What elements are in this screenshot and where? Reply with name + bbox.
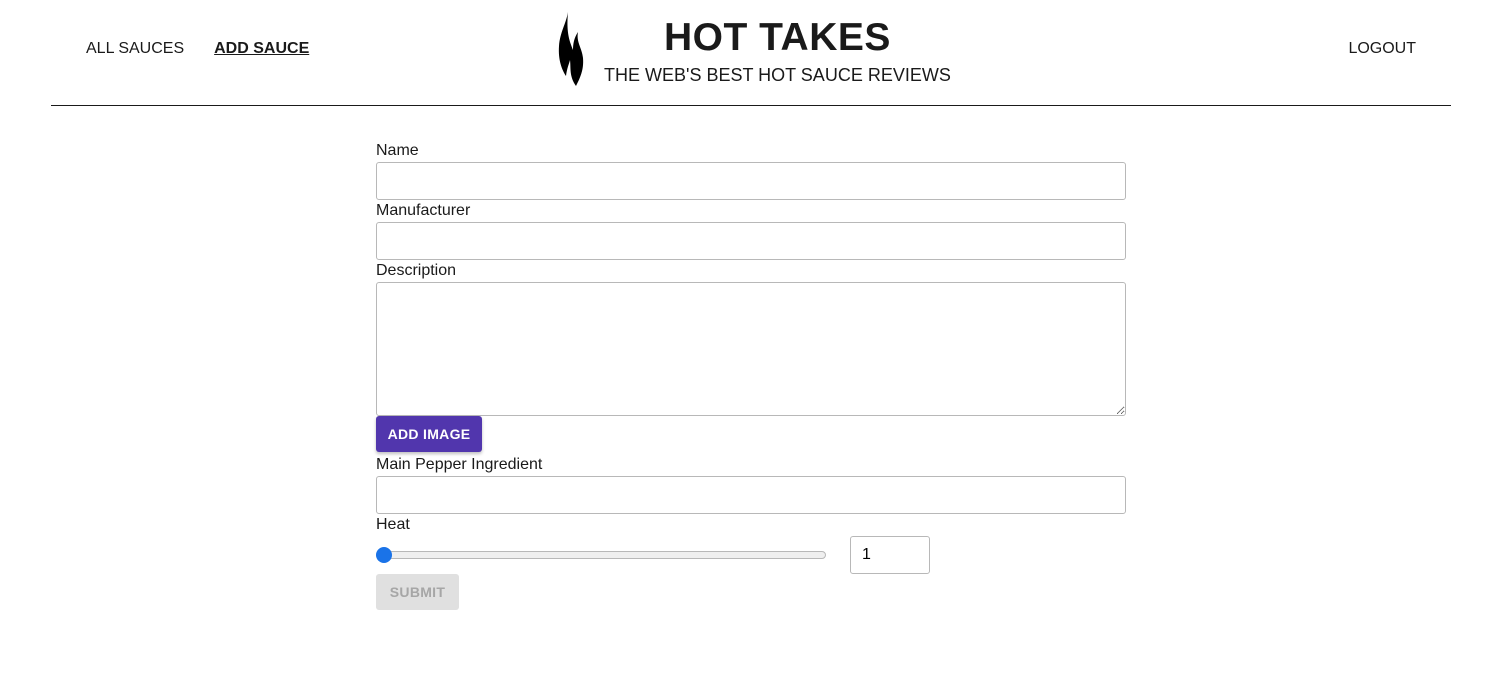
submit-button[interactable]: SUBMIT bbox=[376, 574, 459, 610]
brand-logo[interactable]: HOT TAKES THE WEB'S BEST HOT SAUCE REVIE… bbox=[556, 12, 951, 88]
main-pepper-input[interactable] bbox=[376, 476, 1126, 514]
heat-label: Heat bbox=[376, 516, 410, 533]
add-sauce-form: Name Manufacturer Description ADD IMAGE … bbox=[376, 140, 1126, 610]
heat-slider-track[interactable] bbox=[376, 551, 826, 559]
main-pepper-label: Main Pepper Ingredient bbox=[376, 456, 543, 473]
heat-control bbox=[376, 536, 1126, 574]
heat-number-input[interactable] bbox=[850, 536, 930, 574]
add-image-button[interactable]: ADD IMAGE bbox=[376, 416, 482, 452]
main-nav: ALL SAUCES ADD SAUCE bbox=[86, 40, 309, 58]
logout-link[interactable]: LOGOUT bbox=[1348, 40, 1416, 58]
nav-add-sauce-link[interactable]: ADD SAUCE bbox=[214, 40, 309, 58]
site-header: ALL SAUCES ADD SAUCE HOT TAKES THE WEB'S… bbox=[51, 0, 1451, 106]
heat-slider-thumb[interactable] bbox=[376, 547, 392, 563]
brand-text: HOT TAKES THE WEB'S BEST HOT SAUCE REVIE… bbox=[604, 12, 951, 86]
nav-all-sauces-link[interactable]: ALL SAUCES bbox=[86, 40, 184, 58]
name-input[interactable] bbox=[376, 162, 1126, 200]
site-subtitle: THE WEB'S BEST HOT SAUCE REVIEWS bbox=[604, 65, 951, 85]
description-textarea[interactable] bbox=[376, 282, 1126, 416]
name-label: Name bbox=[376, 142, 419, 159]
description-label: Description bbox=[376, 262, 457, 279]
manufacturer-input[interactable] bbox=[376, 222, 1126, 260]
manufacturer-label: Manufacturer bbox=[376, 202, 471, 219]
flame-icon bbox=[558, 12, 584, 86]
site-title: HOT TAKES bbox=[663, 16, 891, 59]
